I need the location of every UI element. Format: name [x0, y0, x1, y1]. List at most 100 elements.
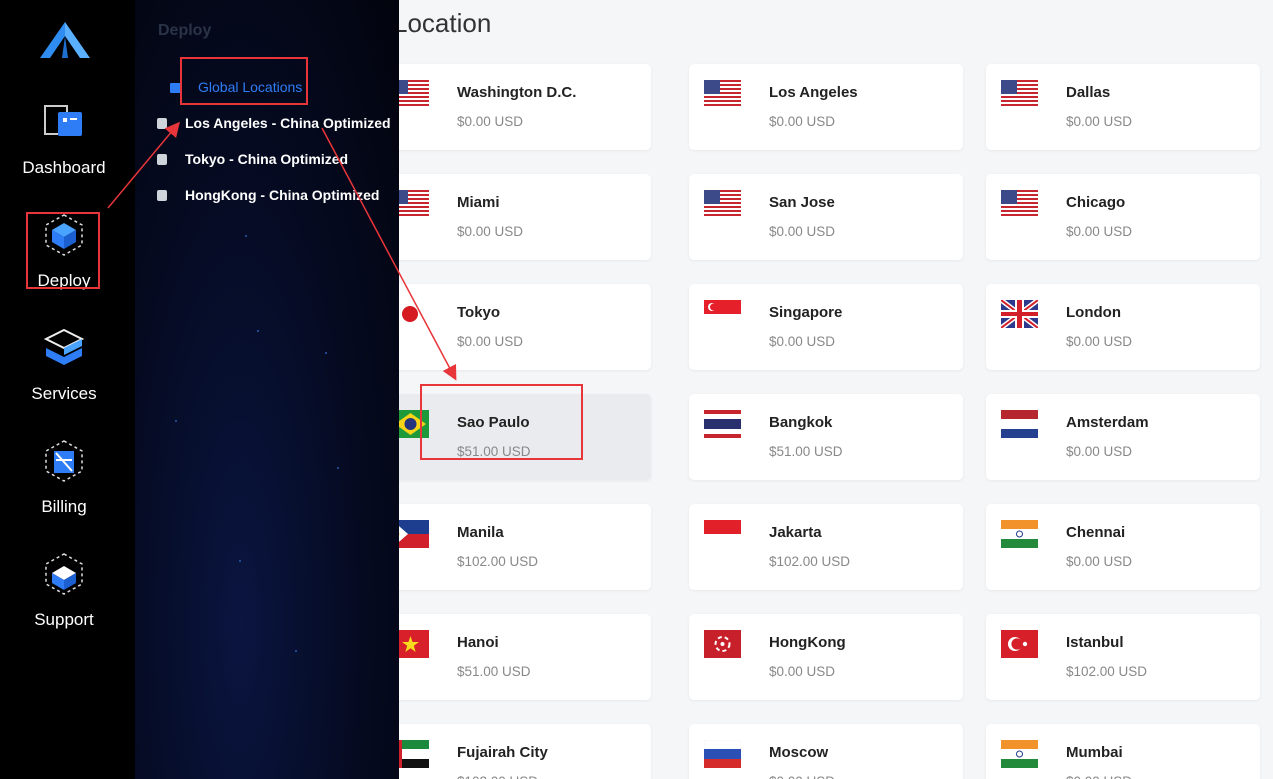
- submenu-title: Deploy: [158, 22, 212, 39]
- nav-deploy[interactable]: Deploy: [0, 213, 128, 291]
- location-price: $102.00 USD: [457, 554, 539, 569]
- location-name: Miami: [457, 194, 500, 211]
- us-flag-icon: [1001, 80, 1038, 108]
- location-card[interactable]: Tokyo $0.00 USD: [399, 284, 651, 370]
- submenu-item-tokyo-china[interactable]: Tokyo - China Optimized: [157, 151, 348, 167]
- main-content: Location Washington D.C. $0.00 USD Los Ang…: [399, 0, 1273, 779]
- submenu-item-hongkong-china[interactable]: HongKong - China Optimized: [157, 187, 379, 203]
- location-card[interactable]: Hanoi $51.00 USD: [399, 614, 651, 700]
- location-name: Bangkok: [769, 414, 833, 431]
- us-flag-icon: [1001, 190, 1038, 218]
- location-name: Mumbai: [1066, 744, 1123, 761]
- location-card[interactable]: Manila $102.00 USD: [399, 504, 651, 590]
- dashboard-icon: [44, 105, 82, 136]
- server-icon: [157, 118, 167, 129]
- location-card[interactable]: Dallas $0.00 USD: [986, 64, 1260, 150]
- us-flag-icon: [399, 190, 429, 218]
- location-price: $0.00 USD: [1066, 224, 1133, 239]
- server-icon: [157, 190, 167, 201]
- location-name: Moscow: [769, 744, 829, 761]
- location-price: $0.00 USD: [769, 224, 836, 239]
- location-card[interactable]: Singapore $0.00 USD: [689, 284, 963, 370]
- location-name: Los Angeles: [769, 84, 858, 101]
- location-name: Fujairah City: [457, 744, 548, 761]
- location-name: Washington D.C.: [457, 84, 577, 101]
- billing-icon: [45, 440, 83, 482]
- location-name: Chennai: [1066, 524, 1126, 541]
- location-name: London: [1066, 304, 1121, 321]
- location-card[interactable]: Chennai $0.00 USD: [986, 504, 1260, 590]
- location-card[interactable]: HongKong $0.00 USD: [689, 614, 963, 700]
- indonesia-flag-icon: [704, 520, 741, 548]
- page-title: Location: [399, 8, 492, 38]
- location-price: $0.00 USD: [769, 114, 836, 129]
- location-card[interactable]: Mumbai $0.00 USD: [986, 724, 1260, 779]
- submenu-item-los-angeles-china[interactable]: Los Angeles - China Optimized: [157, 115, 391, 131]
- location-name: Singapore: [769, 304, 843, 321]
- vietnam-flag-icon: [399, 630, 429, 658]
- location-price: $0.00 USD: [1066, 444, 1133, 459]
- us-flag-icon: [704, 190, 741, 218]
- location-card[interactable]: Bangkok $51.00 USD: [689, 394, 963, 480]
- location-card[interactable]: Los Angeles $0.00 USD: [689, 64, 963, 150]
- location-card[interactable]: Washington D.C. $0.00 USD: [399, 64, 651, 150]
- support-icon: [45, 553, 83, 595]
- location-name: HongKong: [769, 634, 846, 651]
- location-name: Dallas: [1066, 84, 1111, 101]
- japan-flag-icon: [402, 306, 418, 322]
- brazil-flag-icon: [399, 410, 429, 438]
- server-icon: [157, 154, 167, 165]
- location-card[interactable]: London $0.00 USD: [986, 284, 1260, 370]
- location-card[interactable]: Amsterdam $0.00 USD: [986, 394, 1260, 480]
- location-card[interactable]: Moscow $0.00 USD: [689, 724, 963, 779]
- location-price: $0.00 USD: [457, 334, 524, 349]
- turkey-flag-icon: [1001, 630, 1038, 658]
- hongkong-flag-icon: [704, 630, 741, 658]
- location-price: $102.00 USD: [769, 554, 851, 569]
- location-price: $51.00 USD: [457, 664, 531, 679]
- location-name: Sao Paulo: [457, 414, 530, 431]
- location-price: $0.00 USD: [457, 224, 524, 239]
- nav-dashboard[interactable]: Dashboard: [0, 100, 128, 178]
- location-name: Amsterdam: [1066, 414, 1149, 431]
- location-name: Hanoi: [457, 634, 499, 651]
- location-price: $102.00 USD: [457, 774, 538, 779]
- location-card[interactable]: San Jose $0.00 USD: [689, 174, 963, 260]
- submenu-item-global-locations[interactable]: Global Locations: [170, 79, 302, 95]
- location-name: Tokyo: [457, 304, 501, 321]
- philippines-flag-icon: [399, 520, 429, 548]
- left-nav-rail: Dashboard Deploy Services Billing Suppor…: [0, 0, 135, 779]
- location-price: $0.00 USD: [1066, 114, 1133, 129]
- location-price: $0.00 USD: [457, 114, 524, 129]
- singapore-flag-icon: [704, 300, 741, 314]
- us-flag-icon: [399, 80, 429, 108]
- location-name: Jakarta: [769, 524, 822, 541]
- location-price: $102.00 USD: [1066, 664, 1148, 679]
- location-card[interactable]: Istanbul $102.00 USD: [986, 614, 1260, 700]
- deploy-icon: [45, 214, 83, 256]
- russia-flag-icon: [704, 740, 741, 768]
- india-flag-icon: [1001, 740, 1038, 768]
- us-flag-icon: [704, 80, 741, 108]
- location-card[interactable]: Miami $0.00 USD: [399, 174, 651, 260]
- location-card[interactable]: Jakarta $102.00 USD: [689, 504, 963, 590]
- location-price: $0.00 USD: [1066, 554, 1133, 569]
- location-card[interactable]: Fujairah City $102.00 USD: [399, 724, 651, 779]
- folder-icon: [170, 83, 181, 93]
- location-price: $0.00 USD: [1066, 774, 1132, 779]
- brand-logo-icon[interactable]: [36, 20, 94, 60]
- location-price: $0.00 USD: [769, 664, 836, 679]
- location-price: $51.00 USD: [457, 444, 531, 459]
- location-card[interactable]: Sao Paulo $51.00 USD: [399, 394, 651, 480]
- location-price: $0.00 USD: [769, 774, 835, 779]
- deploy-submenu: Deploy Global Locations Los Angeles - Ch…: [135, 0, 399, 779]
- nav-billing[interactable]: Billing: [0, 439, 128, 517]
- india-flag-icon: [1001, 520, 1038, 548]
- thailand-flag-icon: [704, 410, 741, 438]
- services-icon: [43, 328, 85, 365]
- location-price: $51.00 USD: [769, 444, 843, 459]
- netherlands-flag-icon: [1001, 410, 1038, 438]
- nav-support[interactable]: Support: [0, 552, 128, 630]
- location-card[interactable]: Chicago $0.00 USD: [986, 174, 1260, 260]
- nav-services[interactable]: Services: [0, 326, 128, 404]
